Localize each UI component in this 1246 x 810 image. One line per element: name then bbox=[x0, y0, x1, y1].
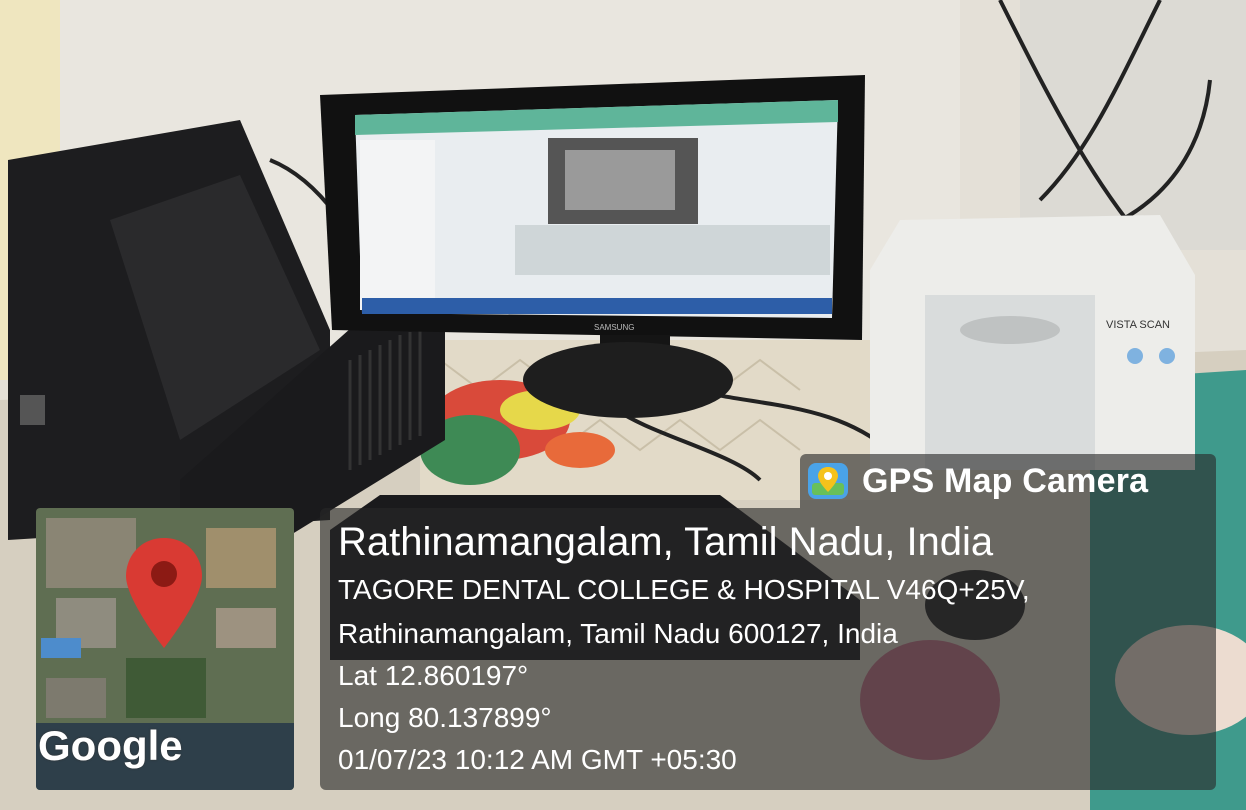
map-block bbox=[46, 678, 106, 718]
map-block bbox=[206, 528, 276, 588]
address-line-2: Rathinamangalam, Tamil Nadu 600127, Indi… bbox=[338, 618, 898, 649]
scanner-brand-text: VISTA SCAN bbox=[1106, 319, 1170, 331]
flower-orange bbox=[545, 432, 615, 468]
map-greenery bbox=[126, 658, 206, 718]
map-camera-icon bbox=[808, 463, 848, 499]
screen-thumbnails bbox=[515, 225, 830, 275]
app-name: GPS Map Camera bbox=[862, 461, 1149, 500]
map-thumbnail[interactable]: Google bbox=[36, 508, 294, 790]
monitor-base bbox=[523, 342, 733, 418]
photo-scene: SAMSUNG VISTA SCAN Google GPS Map Camera… bbox=[0, 0, 1246, 810]
location-title: Rathinamangalam, Tamil Nadu, India bbox=[338, 520, 994, 564]
location-info-panel: Rathinamangalam, Tamil Nadu, India TAGOR… bbox=[320, 508, 1216, 790]
scanner-slot bbox=[960, 316, 1060, 344]
scanner-button-2 bbox=[1159, 348, 1175, 364]
datetime: 01/07/23 10:12 AM GMT +05:30 bbox=[338, 744, 737, 775]
screen-xray-teeth bbox=[565, 150, 675, 210]
map-block bbox=[216, 608, 276, 648]
monitor-brand-text: SAMSUNG bbox=[594, 323, 634, 332]
scanner-button-1 bbox=[1127, 348, 1143, 364]
screen-taskbar bbox=[362, 298, 832, 314]
app-badge: GPS Map Camera bbox=[800, 454, 1216, 508]
map-provider-label: Google bbox=[38, 722, 183, 769]
address-line-1: TAGORE DENTAL COLLEGE & HOSPITAL V46Q+25… bbox=[338, 574, 1030, 605]
longitude: Long 80.137899° bbox=[338, 702, 552, 733]
map-block bbox=[46, 518, 136, 588]
screen-sidebar bbox=[360, 140, 435, 310]
latitude: Lat 12.860197° bbox=[338, 660, 529, 691]
cpu-button bbox=[20, 395, 45, 425]
map-roof-blue bbox=[41, 638, 81, 658]
